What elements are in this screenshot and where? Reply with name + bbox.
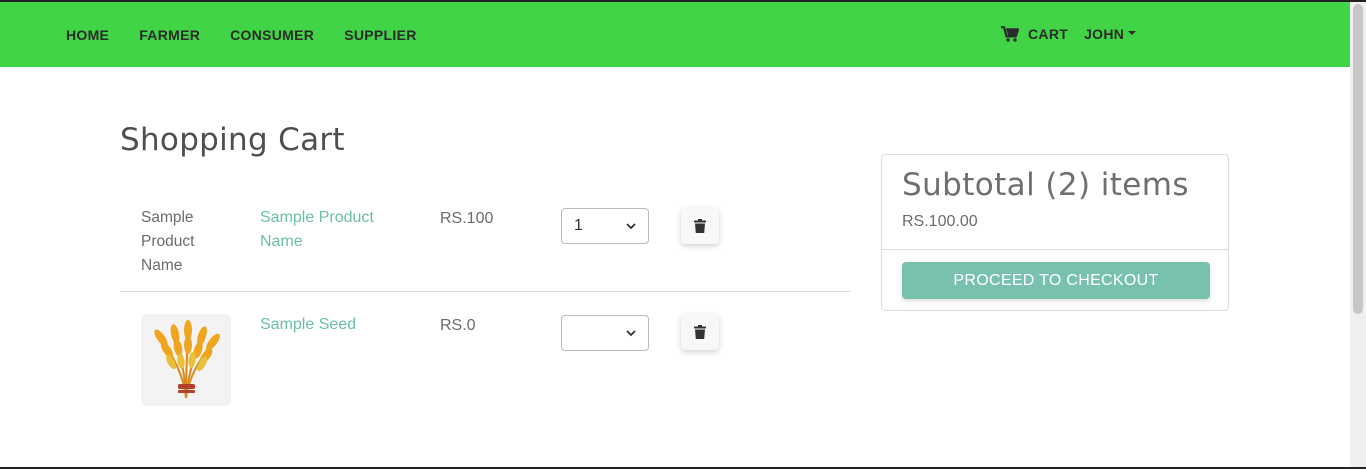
quantity-select[interactable] (561, 315, 649, 351)
product-price: RS.0 (440, 317, 476, 334)
cart-link[interactable]: CART (1001, 26, 1068, 42)
summary-header: Subtotal (2) items RS.100.00 (882, 155, 1228, 250)
subtotal-heading: Subtotal (2) items (902, 167, 1189, 203)
cart-label: CART (1028, 25, 1069, 42)
user-name: JOHN (1084, 25, 1125, 42)
nav-home-link[interactable]: HOME (66, 27, 109, 43)
product-price: RS.100 (440, 210, 494, 227)
page-title: Shopping Cart (120, 122, 345, 158)
remove-item-button[interactable] (681, 314, 719, 350)
main-nav: HOME FARMER CONSUMER SUPPLIER (66, 2, 417, 67)
caret-down-icon (1128, 30, 1137, 35)
remove-item-button[interactable] (681, 208, 719, 244)
nav-consumer-link[interactable]: CONSUMER (230, 27, 314, 43)
order-summary-card: Subtotal (2) items RS.100.00 PROCEED TO … (881, 154, 1229, 311)
user-nav: CART JOHN (1001, 2, 1137, 65)
subtotal-amount: RS.100.00 (902, 213, 978, 230)
product-image-broken[interactable]: Sample Product Name (141, 206, 231, 298)
cart-item-row: Sample Product Name Sample Product Name … (120, 192, 851, 292)
quantity-select[interactable]: 1 (561, 208, 649, 244)
wheat-product-image[interactable] (141, 314, 231, 406)
nav-supplier-link[interactable]: SUPPLIER (344, 27, 416, 43)
top-navbar: HOME FARMER CONSUMER SUPPLIER CART JOHN (0, 2, 1350, 67)
trash-icon (694, 219, 706, 233)
trash-icon (694, 325, 706, 339)
user-menu-toggle[interactable]: JOHN (1084, 25, 1137, 42)
product-name-link[interactable]: Sample Product Name (260, 206, 400, 254)
nav-farmer-link[interactable]: FARMER (139, 27, 200, 43)
chevron-down-icon (626, 329, 636, 336)
page-scrollbar[interactable] (1350, 2, 1366, 467)
product-name-link[interactable]: Sample Seed (260, 313, 400, 337)
scrollbar-thumb[interactable] (1353, 4, 1363, 314)
quantity-value: 1 (574, 217, 583, 234)
shopping-cart-icon (1001, 25, 1019, 42)
wheat-icon (154, 320, 220, 399)
cart-item-row: Sample Seed RS.0 (120, 292, 851, 422)
proceed-to-checkout-button[interactable]: PROCEED TO CHECKOUT (902, 262, 1210, 299)
chevron-down-icon (626, 222, 636, 229)
